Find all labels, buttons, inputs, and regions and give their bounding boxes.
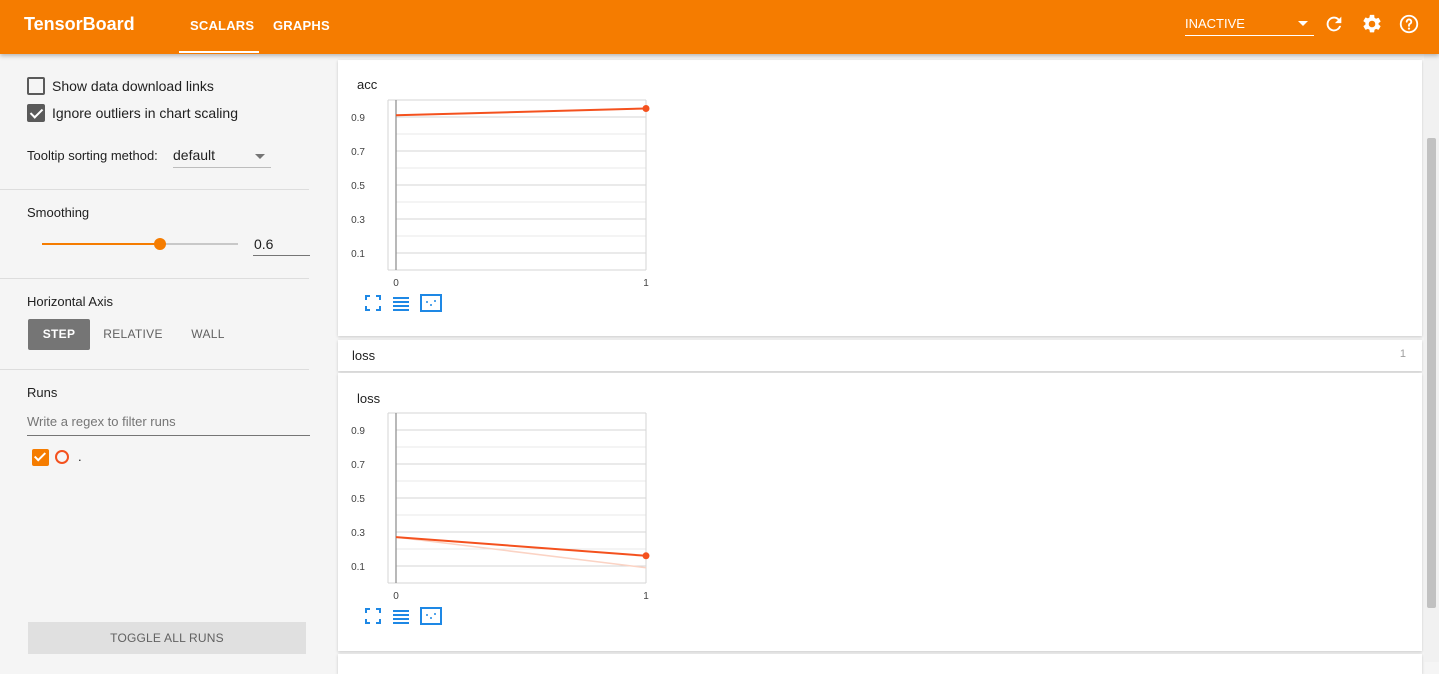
smoothing-input[interactable]: 0.6 (253, 234, 310, 256)
ignore-outliers-checkbox[interactable] (27, 104, 45, 122)
y-tick-label: 0.7 (351, 460, 365, 471)
x-tick-label: 1 (643, 278, 649, 289)
smoothing-value: 0.6 (254, 236, 274, 252)
show-download-links-label[interactable]: Show data download links (52, 78, 214, 94)
fullscreen-icon[interactable] (364, 607, 382, 625)
smoothing-slider[interactable] (42, 238, 238, 250)
status-select[interactable]: INACTIVE (1185, 14, 1314, 36)
y-tick-label: 0.5 (351, 494, 365, 505)
toggle-all-runs-button[interactable]: TOGGLE ALL RUNS (28, 622, 306, 654)
series-point (642, 105, 650, 112)
horizontal-axis-label: Horizontal Axis (27, 294, 113, 309)
data-table-icon[interactable] (392, 607, 410, 625)
chart-card-loss: loss 0.9 0.7 0.5 0.3 0.1 0 1 (338, 373, 1422, 651)
series-point (642, 552, 650, 560)
divider (0, 369, 309, 370)
group-header-label: loss (352, 348, 376, 363)
y-tick-label: 0.9 (351, 426, 365, 437)
axis-relative-button[interactable]: RELATIVE (100, 319, 166, 350)
acc-chart[interactable]: 0.9 0.7 0.5 0.3 0.1 0 1 (338, 88, 698, 293)
data-table-icon[interactable] (392, 294, 410, 312)
fit-domain-icon[interactable] (420, 294, 442, 312)
group-header-loss[interactable]: loss 1 (338, 340, 1422, 371)
smoothing-label: Smoothing (27, 205, 90, 220)
y-tick-label: 0.9 (351, 113, 365, 124)
scrollbar-thumb[interactable] (1427, 138, 1436, 608)
divider (0, 189, 309, 190)
show-download-links-checkbox[interactable] (27, 77, 45, 95)
tooltip-sorting-label: Tooltip sorting method: (27, 148, 158, 163)
series-line-smoothed (395, 107, 647, 117)
divider (0, 278, 309, 279)
run-radio[interactable] (55, 450, 69, 464)
chart-card-acc: acc 0.9 0.7 0.5 0.3 0.1 0 1 (338, 60, 1422, 336)
tooltip-sorting-value: default (173, 147, 216, 163)
active-tab-indicator (179, 51, 259, 53)
app-brand: TensorBoard (24, 14, 135, 34)
runs-label: Runs (27, 385, 58, 400)
axis-step-button[interactable]: STEP (28, 319, 90, 350)
tab-graphs[interactable]: GRAPHS (273, 18, 330, 33)
run-checkbox[interactable] (32, 449, 49, 466)
tooltip-sorting-select[interactable]: default (173, 144, 271, 168)
main-content: acc 0.9 0.7 0.5 0.3 0.1 0 1 loss 1 loss 0.9 0.7… (330, 54, 1439, 674)
loss-chart[interactable]: 0.9 0.7 0.5 0.3 0.1 0 1 (338, 401, 698, 606)
y-tick-label: 0.3 (351, 215, 365, 226)
help-icon[interactable] (1398, 13, 1420, 35)
x-tick-label: 1 (643, 591, 649, 602)
ignore-outliers-label[interactable]: Ignore outliers in chart scaling (52, 105, 238, 121)
reload-icon[interactable] (1323, 13, 1345, 35)
run-name: . (78, 449, 82, 464)
smoothing-slider-knob[interactable] (153, 238, 166, 250)
x-tick-label: 0 (393, 591, 399, 602)
settings-icon[interactable] (1361, 13, 1383, 35)
y-tick-label: 0.3 (351, 528, 365, 539)
x-tick-label: 0 (393, 278, 399, 289)
scrollbar[interactable] (1424, 54, 1439, 662)
y-tick-label: 0.1 (351, 249, 365, 260)
axis-wall-button[interactable]: WALL (183, 319, 233, 350)
runs-filter-placeholder: Write a regex to filter runs (27, 414, 176, 429)
status-select-value: INACTIVE (1185, 16, 1245, 31)
y-tick-label: 0.7 (351, 147, 365, 158)
group-header-count: 1 (1399, 348, 1406, 360)
next-card (338, 654, 1422, 674)
top-app-bar: TensorBoard SCALARS GRAPHS INACTIVE (0, 0, 1439, 54)
y-tick-label: 0.1 (351, 562, 365, 573)
fullscreen-icon[interactable] (364, 294, 382, 312)
runs-filter-input[interactable]: Write a regex to filter runs (27, 409, 310, 436)
fit-domain-icon[interactable] (420, 607, 442, 625)
chevron-down-icon (1298, 21, 1308, 26)
smoothing-slider-fill (42, 243, 160, 245)
chevron-down-icon (255, 154, 265, 159)
sidebar: Show data download links Ignore outliers… (0, 54, 330, 662)
tab-scalars[interactable]: SCALARS (190, 18, 254, 33)
y-tick-label: 0.5 (351, 181, 365, 192)
